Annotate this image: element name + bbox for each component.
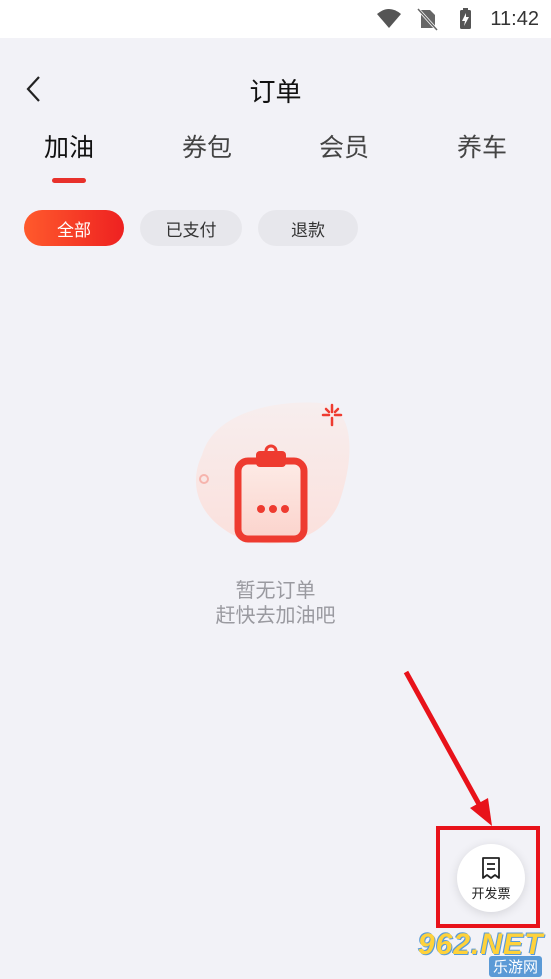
clipboard-icon (195, 402, 350, 544)
status-time: 11:42 (490, 7, 539, 30)
empty-state-title: 暂无订单 (235, 578, 316, 602)
tab-coupons[interactable]: 券包 (157, 128, 257, 164)
tab-label: 会员 (318, 133, 369, 162)
watermark-logo: 962.NET 乐游网 (418, 928, 546, 977)
filter-paid[interactable]: 已支付 (140, 210, 242, 246)
filter-all[interactable]: 全部 (24, 210, 124, 246)
tab-label: 加油 (43, 133, 94, 162)
empty-state-illustration (190, 395, 365, 555)
status-bar: 11:42 (0, 0, 551, 38)
tab-membership[interactable]: 会员 (294, 128, 394, 164)
active-tab-indicator (52, 178, 86, 183)
no-sim-icon (417, 7, 439, 31)
tab-bar: 加油 券包 会员 养车 (0, 128, 551, 188)
tab-car-care[interactable]: 养车 (432, 128, 532, 164)
watermark-sub: 乐游网 (488, 956, 542, 977)
wifi-icon (377, 9, 402, 28)
invoice-label: 开发票 (471, 886, 511, 902)
invoice-button[interactable]: 开发票 (457, 844, 525, 912)
tab-refuel[interactable]: 加油 (19, 128, 119, 183)
tab-label: 券包 (181, 133, 232, 162)
empty-state-subtitle: 赶快去加油吧 (215, 603, 336, 627)
tab-label: 养车 (456, 133, 507, 162)
header: 订单 (0, 38, 551, 138)
filter-refund[interactable]: 退款 (258, 210, 358, 246)
battery-charging-icon (460, 8, 472, 29)
filter-chips: 全部 已支付 退款 (24, 210, 358, 246)
receipt-icon (482, 856, 500, 879)
page-title: 订单 (249, 78, 302, 108)
